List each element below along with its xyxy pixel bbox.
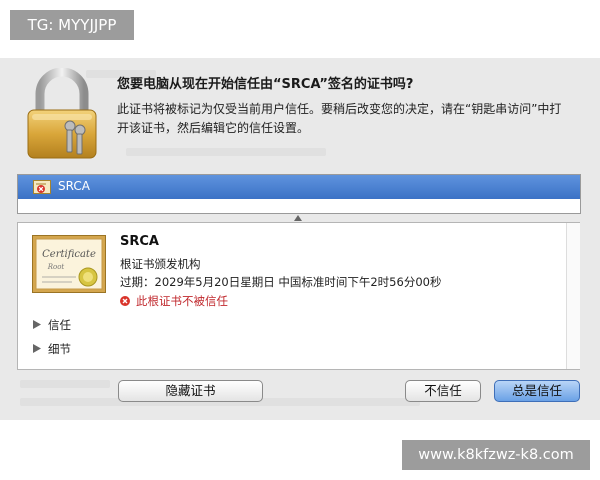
watermark-tag-top-left: TG: MYYJJPP [10,10,134,40]
certificate-expiry: 过期：2029年5月20日星期日 中国标准时间下午2时56分00秒 [120,275,442,289]
dont-trust-button[interactable]: 不信任 [405,380,481,402]
certificate-list-item-label: SRCA [58,179,90,193]
dialog-title: 您要电脑从现在开始信任由“SRCA”签名的证书吗? [117,77,414,92]
certificate-list[interactable]: SRCA [17,174,581,214]
certificate-image: Certificate Root [32,235,106,293]
padlock-icon [27,68,97,159]
description-line: 此证书将被标记为仅受当前用户信任。要稍后改变您的决定，请在“钥匙串访问”中打 [117,102,562,116]
certificate-name: SRCA [120,234,159,249]
trust-certificate-dialog: 您要电脑从现在开始信任由“SRCA”签名的证书吗? 此证书将被标记为仅受当前用户… [0,58,600,420]
certificate-issuer-type: 根证书颁发机构 [120,257,201,271]
error-icon [120,296,130,306]
certificate-image-subtitle: Root [47,263,65,271]
details-section-toggle[interactable]: 细节 [33,341,71,357]
dialog-description: 此证书将被标记为仅受当前用户信任。要稍后改变您的决定，请在“钥匙串访问”中打 开… [117,100,582,138]
disclosure-triangle-icon [33,344,41,353]
certificate-status-text: 此根证书不被信任 [136,294,228,308]
background-ghost [20,380,110,388]
trust-section-toggle[interactable]: 信任 [33,317,71,333]
disclosure-triangle-icon [33,320,41,329]
certificate-image-title: Certificate [42,249,96,260]
certificate-error-icon [33,180,51,194]
detail-scrollbar[interactable] [566,223,580,369]
certificate-status: 此根证书不被信任 [120,293,228,309]
details-section-label: 细节 [48,342,71,356]
description-line: 开该证书，然后编辑它的信任设置。 [117,121,310,135]
certificate-detail-panel: Certificate Root SRCA 根证书颁发机构 过期：2029年5月… [17,222,580,370]
watermark-tag-bottom-right: www.k8kfzwz-k8.com [402,440,590,470]
background-ghost [126,148,326,156]
certificate-list-item-selected[interactable]: SRCA [18,175,580,199]
always-trust-button[interactable]: 总是信任 [494,380,580,402]
trust-section-label: 信任 [48,318,71,332]
hide-certificate-button[interactable]: 隐藏证书 [118,380,263,402]
splitter-handle[interactable] [294,215,302,221]
